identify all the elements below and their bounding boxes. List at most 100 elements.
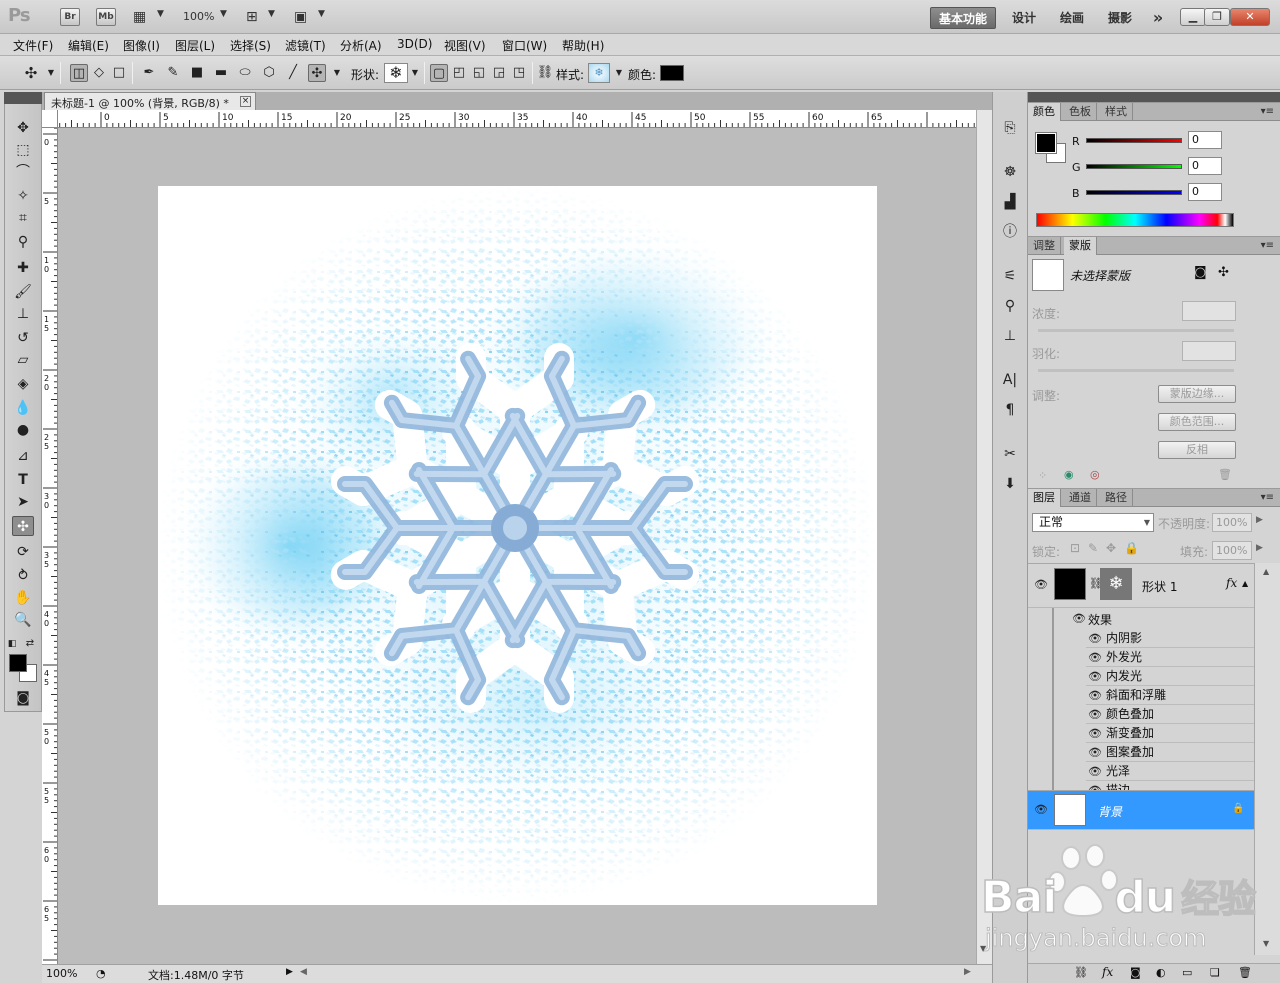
clone-source-panel-icon[interactable]: ⊥	[1000, 326, 1020, 346]
hand-tool-icon[interactable]: ✋	[12, 588, 34, 608]
workspace-design-button[interactable]: 设计	[1006, 7, 1042, 29]
close-window-button[interactable]: ✕	[1230, 8, 1270, 26]
snowflake-shape-picker-icon[interactable]: ❄	[384, 63, 408, 83]
add-vector-mask-icon[interactable]: ✣	[1218, 265, 1229, 280]
screen-mode-dropdown-icon[interactable]: ▼	[318, 9, 325, 19]
tab-color[interactable]: 颜色	[1028, 103, 1061, 121]
document-canvas[interactable]	[158, 186, 877, 905]
intersect-shape-areas-icon[interactable]: ◲	[490, 64, 508, 82]
add-layer-style-icon[interactable]: fx	[1102, 965, 1113, 979]
geometry-options-dropdown-icon[interactable]: ▼	[328, 64, 346, 82]
layer-row-shape[interactable]: 👁 ⛓ ❄ 形状 1 fx ▲	[1028, 564, 1280, 608]
toolbox-header[interactable]	[4, 92, 42, 104]
eyedropper-tool-icon[interactable]: ⚲	[12, 232, 34, 252]
effect-color-overlay-row[interactable]: 👁 颜色叠加	[1086, 705, 1258, 724]
document-tab[interactable]: 未标题-1 @ 100% (背景, RGB/8) * ×	[44, 92, 256, 110]
rounded-rectangle-icon[interactable]: ▬	[212, 64, 230, 82]
canvas-workspace[interactable]	[58, 128, 976, 964]
3d-rotate-tool-icon[interactable]: ⟳	[12, 542, 34, 562]
move-tool-icon[interactable]: ✥	[12, 118, 34, 138]
layers-panel-menu-icon[interactable]: ▾≡	[1261, 492, 1274, 503]
clone-stamp-tool-icon[interactable]: ⊥	[12, 304, 34, 324]
custom-shape-tool-icon[interactable]: ✣	[12, 516, 34, 536]
tab-layers[interactable]: 图层	[1028, 489, 1061, 507]
effect-outer-glow-row[interactable]: 👁 外发光	[1086, 648, 1258, 667]
pen-tool-icon[interactable]: ⊿	[12, 446, 34, 466]
history-brush-tool-icon[interactable]: ↺	[12, 328, 34, 348]
menu-view[interactable]: 视图(V)	[444, 37, 486, 54]
scroll-down-icon[interactable]: ▼	[980, 944, 986, 953]
scroll-left-icon[interactable]: ◀	[300, 967, 307, 977]
expand-effects-icon[interactable]: ▲	[1242, 579, 1248, 588]
line-shape-icon[interactable]: ╱	[284, 64, 302, 82]
color-panel-menu-icon[interactable]: ▾≡	[1261, 106, 1274, 117]
add-layer-mask-icon[interactable]: ◙	[1130, 966, 1141, 979]
tab-styles[interactable]: 样式	[1100, 103, 1133, 121]
load-selection-icon[interactable]: ⁘	[1038, 469, 1047, 482]
green-slider[interactable]	[1086, 164, 1182, 169]
red-slider[interactable]	[1086, 138, 1182, 143]
more-workspaces-icon[interactable]: »	[1148, 7, 1168, 29]
background-layer-thumbnail[interactable]	[1054, 794, 1086, 826]
delete-mask-icon[interactable]: 🗑	[1218, 468, 1232, 481]
workspace-essentials-button[interactable]: 基本功能	[930, 7, 996, 29]
lock-transparent-icon[interactable]: ⊡	[1070, 541, 1080, 555]
shape-vector-mask-thumbnail[interactable]: ❄	[1100, 568, 1132, 600]
background-layer-name[interactable]: 背景	[1098, 803, 1122, 820]
layer-row-background[interactable]: 👁 背景 🔒	[1028, 790, 1280, 830]
view-extras-dropdown-icon[interactable]: ▼	[157, 9, 164, 19]
effect-inner-glow-row[interactable]: 👁 内发光	[1086, 667, 1258, 686]
right-panel-header[interactable]	[1028, 92, 1280, 102]
fill-pixels-mode-icon[interactable]: □	[110, 64, 128, 82]
quick-mask-icon[interactable]: ◙	[12, 688, 34, 708]
density-slider[interactable]	[1038, 329, 1234, 332]
lock-position-icon[interactable]: ✥	[1106, 541, 1116, 555]
horizontal-ruler[interactable]: 505101520253035404550556065	[58, 110, 976, 128]
zoom-tool-icon[interactable]: 🔍	[12, 610, 34, 630]
tool-presets-panel-icon[interactable]: ✂	[1000, 444, 1020, 464]
paths-mode-icon[interactable]: ◇	[90, 64, 108, 82]
effect-satin-row[interactable]: 👁 光泽	[1086, 762, 1258, 781]
delete-layer-icon[interactable]: 🗑	[1238, 966, 1252, 979]
effect-visibility-icon[interactable]: 👁	[1088, 706, 1102, 724]
color-range-button[interactable]: 颜色范围...	[1158, 413, 1236, 431]
background-layer-visibility-icon[interactable]: 👁	[1034, 803, 1048, 816]
quick-selection-tool-icon[interactable]: ✧	[12, 186, 34, 206]
menu-window[interactable]: 窗口(W)	[502, 37, 547, 54]
shape-layer-fill-thumbnail[interactable]	[1054, 568, 1086, 600]
mask-edge-button[interactable]: 蒙版边缘...	[1158, 385, 1236, 403]
disable-mask-icon[interactable]: ◎	[1090, 468, 1100, 481]
effects-visibility-icon[interactable]: 👁	[1072, 612, 1086, 625]
fill-slider-toggle-icon[interactable]: ▶	[1256, 543, 1263, 553]
tab-channels[interactable]: 通道	[1064, 489, 1097, 507]
layers-scroll-up-icon[interactable]: ▲	[1263, 567, 1269, 576]
tool-preset-dropdown-icon[interactable]: ▼	[42, 64, 60, 82]
arrange-dropdown-icon[interactable]: ▼	[268, 9, 275, 19]
red-value-input[interactable]: 0	[1188, 131, 1222, 149]
style-dropdown-icon[interactable]: ▼	[610, 64, 628, 82]
ellipse-shape-icon[interactable]: ⬭	[236, 64, 254, 82]
dodge-tool-icon[interactable]: ●	[12, 420, 34, 440]
vertical-ruler[interactable]: 505101520253035404550556065	[42, 128, 58, 964]
tab-swatches[interactable]: 色板	[1064, 103, 1097, 121]
status-menu-arrow-icon[interactable]: ▶	[286, 967, 293, 977]
density-input[interactable]	[1182, 301, 1236, 321]
green-value-input[interactable]: 0	[1188, 157, 1222, 175]
blue-slider[interactable]	[1086, 190, 1182, 195]
new-adjustment-layer-icon[interactable]: ◐	[1156, 966, 1166, 979]
menu-help[interactable]: 帮助(H)	[562, 37, 604, 54]
paint-bucket-tool-icon[interactable]: ◈	[12, 374, 34, 394]
default-colors-icon[interactable]: ◧	[6, 634, 18, 654]
layer-effects-fx-icon[interactable]: fx	[1226, 576, 1237, 590]
opacity-input[interactable]: 100%	[1212, 513, 1252, 532]
fill-input[interactable]: 100%	[1212, 541, 1252, 560]
effect-bevel-emboss-row[interactable]: 👁 斜面和浮雕	[1086, 686, 1258, 705]
effect-inner-shadow-row[interactable]: 👁 内阴影	[1086, 629, 1258, 648]
foreground-color-swatch[interactable]	[9, 654, 27, 672]
bridge-button[interactable]: Br	[60, 8, 80, 26]
feather-input[interactable]	[1182, 341, 1236, 361]
menu-file[interactable]: 文件(F)	[13, 37, 53, 54]
effect-visibility-icon[interactable]: 👁	[1088, 630, 1102, 648]
effect-gradient-overlay-row[interactable]: 👁 渐变叠加	[1086, 724, 1258, 743]
subtract-shape-area-icon[interactable]: ◱	[470, 64, 488, 82]
